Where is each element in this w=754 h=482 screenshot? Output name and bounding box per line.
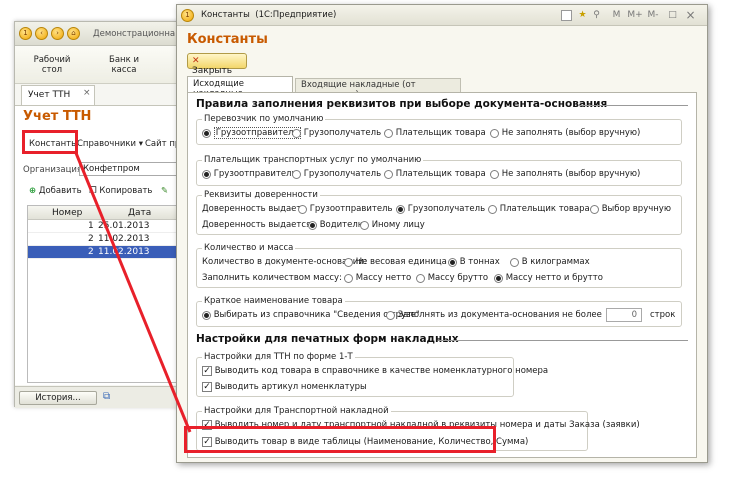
annotation-box-table-option: [184, 426, 496, 453]
annotation-box-constants: [22, 130, 78, 154]
annotation-overlay: [74, 152, 192, 433]
annotation-arrow-line: [74, 152, 192, 433]
